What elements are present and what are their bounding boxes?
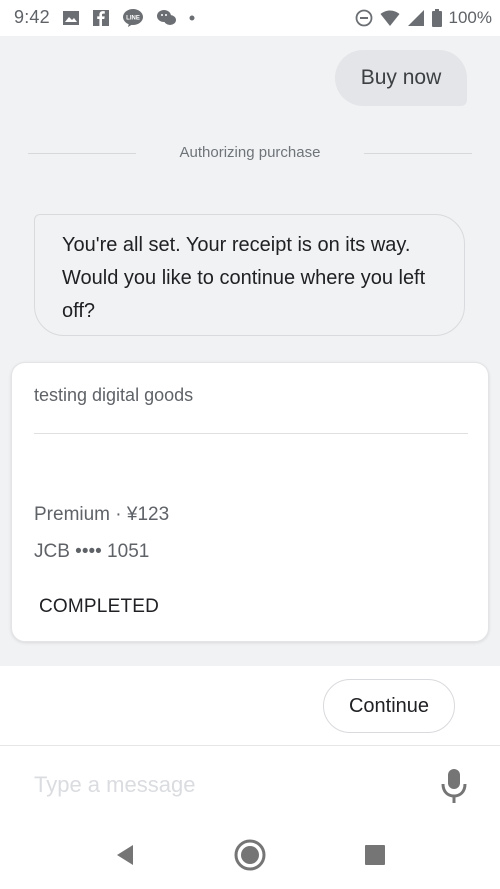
- message-input[interactable]: [34, 766, 414, 804]
- purchase-status-divider: Authorizing purchase: [28, 144, 472, 178]
- purchase-status: COMPLETED: [39, 596, 160, 617]
- signal-icon: [407, 9, 425, 27]
- status-time: 9:42: [14, 7, 50, 27]
- recent-apps-icon: [364, 844, 386, 869]
- payment-method: JCB •••• 1051: [34, 541, 150, 562]
- mic-button[interactable]: [440, 768, 468, 807]
- svg-text:LINE: LINE: [126, 16, 140, 22]
- user-message-text: Buy now: [360, 66, 442, 89]
- assistant-message-bubble: You're all set. Your receipt is on its w…: [34, 214, 465, 336]
- recent-apps-button[interactable]: [358, 839, 392, 873]
- purchase-receipt-card: testing digital goods Premium · ¥123 JCB…: [11, 362, 489, 642]
- divider-line-right: [364, 153, 472, 154]
- product-title: testing digital goods: [34, 385, 194, 405]
- status-bar: 9:42 LINE 100%: [0, 0, 500, 36]
- item-price: Premium · ¥123: [34, 504, 170, 525]
- do-not-disturb-icon: [355, 9, 373, 27]
- home-button[interactable]: [233, 839, 267, 873]
- dot-icon: [188, 14, 196, 22]
- back-icon: [113, 843, 137, 870]
- battery-percentage: 100%: [448, 8, 492, 27]
- continue-button[interactable]: Continue: [323, 679, 455, 733]
- image-icon: [62, 9, 80, 27]
- android-navigation-bar: [0, 823, 500, 889]
- chat-icon: [156, 9, 176, 27]
- message-composer: [0, 745, 500, 823]
- facebook-icon: [92, 9, 110, 27]
- assistant-message-text: You're all set. Your receipt is on its w…: [62, 234, 426, 322]
- mic-icon: [440, 768, 468, 807]
- battery-icon: [431, 9, 442, 27]
- back-button[interactable]: [108, 839, 142, 873]
- card-divider: [34, 433, 468, 434]
- wifi-icon: [380, 9, 400, 27]
- user-message-bubble: Buy now: [335, 50, 467, 106]
- conversation-area: Buy now Authorizing purchase You're all …: [0, 36, 500, 666]
- home-icon: [233, 838, 267, 875]
- line-icon: LINE: [122, 8, 144, 28]
- system-icons: 100%: [355, 8, 492, 28]
- notification-icons: LINE: [62, 8, 196, 28]
